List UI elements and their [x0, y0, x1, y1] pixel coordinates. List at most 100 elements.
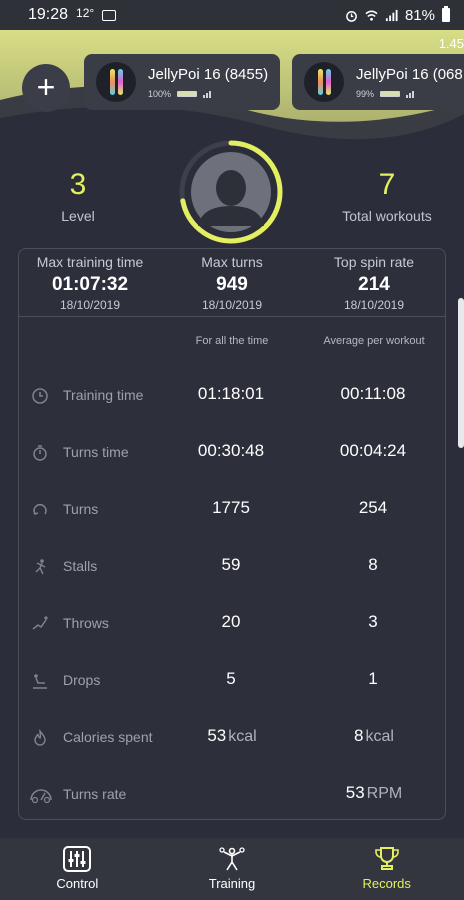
stat-label: Training time — [63, 387, 144, 403]
scrollbar[interactable] — [458, 298, 464, 448]
record-label: Max training time — [36, 254, 144, 270]
drop-icon — [33, 674, 47, 689]
stats-column-headers: For all the time Average per workout — [19, 335, 447, 351]
bottom-navigation: Control Training Records — [0, 838, 464, 900]
total-workouts-label: Total workouts — [342, 208, 432, 224]
record-max-turns: Max turns 949 18/10/2019 — [161, 249, 303, 316]
device-card[interactable]: JellyPoi 16 (068 99% — [292, 54, 464, 110]
stat-row-turns: Turns 1775 254 — [19, 495, 447, 525]
records-row: Max training time 01:07:32 18/10/2019 Ma… — [19, 249, 445, 317]
nav-control[interactable]: Control — [0, 838, 155, 900]
stat-row-throws: Throws 20 3 — [19, 609, 447, 639]
level-label: Level — [61, 208, 95, 224]
record-label: Max turns — [201, 254, 263, 270]
signal-icon — [385, 9, 398, 21]
stat-label: Drops — [63, 672, 101, 688]
record-value: 01:07:32 — [51, 274, 129, 295]
record-date: 18/10/2019 — [343, 298, 405, 312]
stat-value-average: 254 — [358, 498, 388, 517]
gallery-icon — [102, 9, 117, 21]
wifi-icon — [365, 10, 378, 21]
poi-icon — [304, 62, 344, 102]
level-value: 3 — [69, 168, 87, 201]
stat-value-average: 53 RPM — [345, 783, 403, 802]
stat-value-all-time: 00:30:48 — [197, 441, 265, 460]
record-label: Top spin rate — [333, 254, 415, 270]
device-card[interactable]: JellyPoi 16 (8455) 100% — [84, 54, 280, 110]
device-header: 1.45 + JellyPoi 16 (8455) 100% JellyPoi … — [0, 30, 464, 140]
sliders-icon — [63, 846, 92, 872]
status-time: 19:28 — [28, 6, 69, 23]
stat-value-average: 8 — [368, 555, 378, 574]
stat-value-average: 00:04:24 — [339, 441, 407, 460]
statistics-card: Max training time 01:07:32 18/10/2019 Ma… — [18, 248, 446, 820]
nav-records[interactable]: Records — [309, 838, 464, 900]
stat-label: Turns rate — [63, 786, 127, 802]
trophy-icon — [374, 847, 399, 870]
stat-label: Throws — [63, 615, 109, 631]
column-header-average: Average per workout — [323, 335, 425, 347]
stat-row-turns-rate: Turns rate 53 RPM — [19, 780, 447, 810]
battery-icon — [442, 6, 450, 22]
level-stat: 3 Level — [40, 168, 116, 224]
stat-label: Turns time — [63, 444, 129, 460]
poi-icon — [96, 62, 136, 102]
record-max-training-time: Max training time 01:07:32 18/10/2019 — [19, 249, 161, 316]
device-name: JellyPoi 16 (8455) — [148, 65, 269, 83]
throw-icon — [32, 616, 48, 630]
column-header-all-time: For all the time — [195, 335, 269, 347]
stat-row-turns-time: Turns time 00:30:48 00:04:24 — [19, 438, 447, 468]
stat-value-all-time: 53 kcal — [207, 726, 257, 745]
nav-records-label: Records — [362, 876, 411, 891]
stall-icon — [35, 559, 46, 575]
device-battery-percent: 99% — [356, 88, 375, 99]
status-battery-percent: 81% — [404, 6, 435, 24]
stat-value-all-time: 1775 — [212, 498, 250, 517]
total-workouts-stat: 7 Total workouts — [330, 168, 444, 224]
stat-value-average: 8 kcal — [354, 726, 394, 745]
device-signal-icon — [406, 90, 415, 98]
device-battery-percent: 100% — [148, 88, 172, 99]
stat-value-all-time: 20 — [221, 612, 241, 631]
total-workouts-value: 7 — [378, 168, 396, 201]
turn-icon — [33, 504, 47, 515]
device-battery-icon — [380, 90, 401, 97]
record-date: 18/10/2019 — [59, 298, 121, 312]
stat-value-all-time — [162, 783, 302, 803]
stat-value-average: 3 — [368, 612, 378, 631]
stat-row-training-time: Training time 01:18:01 00:11:08 — [19, 381, 447, 411]
add-device-button[interactable]: + — [22, 64, 70, 112]
stat-label: Turns — [63, 501, 99, 517]
avatar-progress-ring — [179, 140, 283, 244]
nav-training[interactable]: Training — [155, 838, 310, 900]
alarm-icon — [346, 10, 357, 22]
status-bar: 19:28 12° 81% — [0, 0, 464, 30]
stat-value-all-time: 59 — [221, 555, 241, 574]
stat-row-stalls: Stalls 59 8 — [19, 552, 447, 582]
device-battery-icon — [177, 90, 198, 97]
record-value: 949 — [216, 274, 248, 295]
device-signal-icon — [203, 90, 212, 98]
stat-row-drops: Drops 5 1 — [19, 666, 447, 696]
stat-value-average: 00:11:08 — [340, 384, 406, 403]
stat-label: Stalls — [63, 558, 98, 574]
speedometer-icon — [30, 789, 52, 804]
stat-value-all-time: 5 — [226, 669, 236, 688]
stat-row-calories: Calories spent 53 kcal 8 kcal — [19, 723, 447, 753]
stat-value-average: 1 — [368, 669, 378, 688]
stat-value-all-time: 01:18:01 — [197, 384, 265, 403]
status-temperature: 12° — [76, 6, 95, 20]
record-top-spin-rate: Top spin rate 214 18/10/2019 — [303, 249, 445, 316]
device-name: JellyPoi 16 (068 — [356, 65, 463, 83]
timer-icon — [33, 445, 47, 461]
record-value: 214 — [358, 274, 390, 295]
stat-label: Calories spent — [63, 729, 153, 745]
app-version: 1.45 — [438, 36, 464, 51]
avatar[interactable] — [172, 138, 290, 246]
record-date: 18/10/2019 — [201, 298, 263, 312]
nav-training-label: Training — [208, 876, 256, 891]
flame-icon — [34, 729, 46, 746]
nav-control-label: Control — [56, 876, 99, 891]
juggler-icon — [219, 847, 245, 871]
clock-icon — [32, 388, 48, 404]
